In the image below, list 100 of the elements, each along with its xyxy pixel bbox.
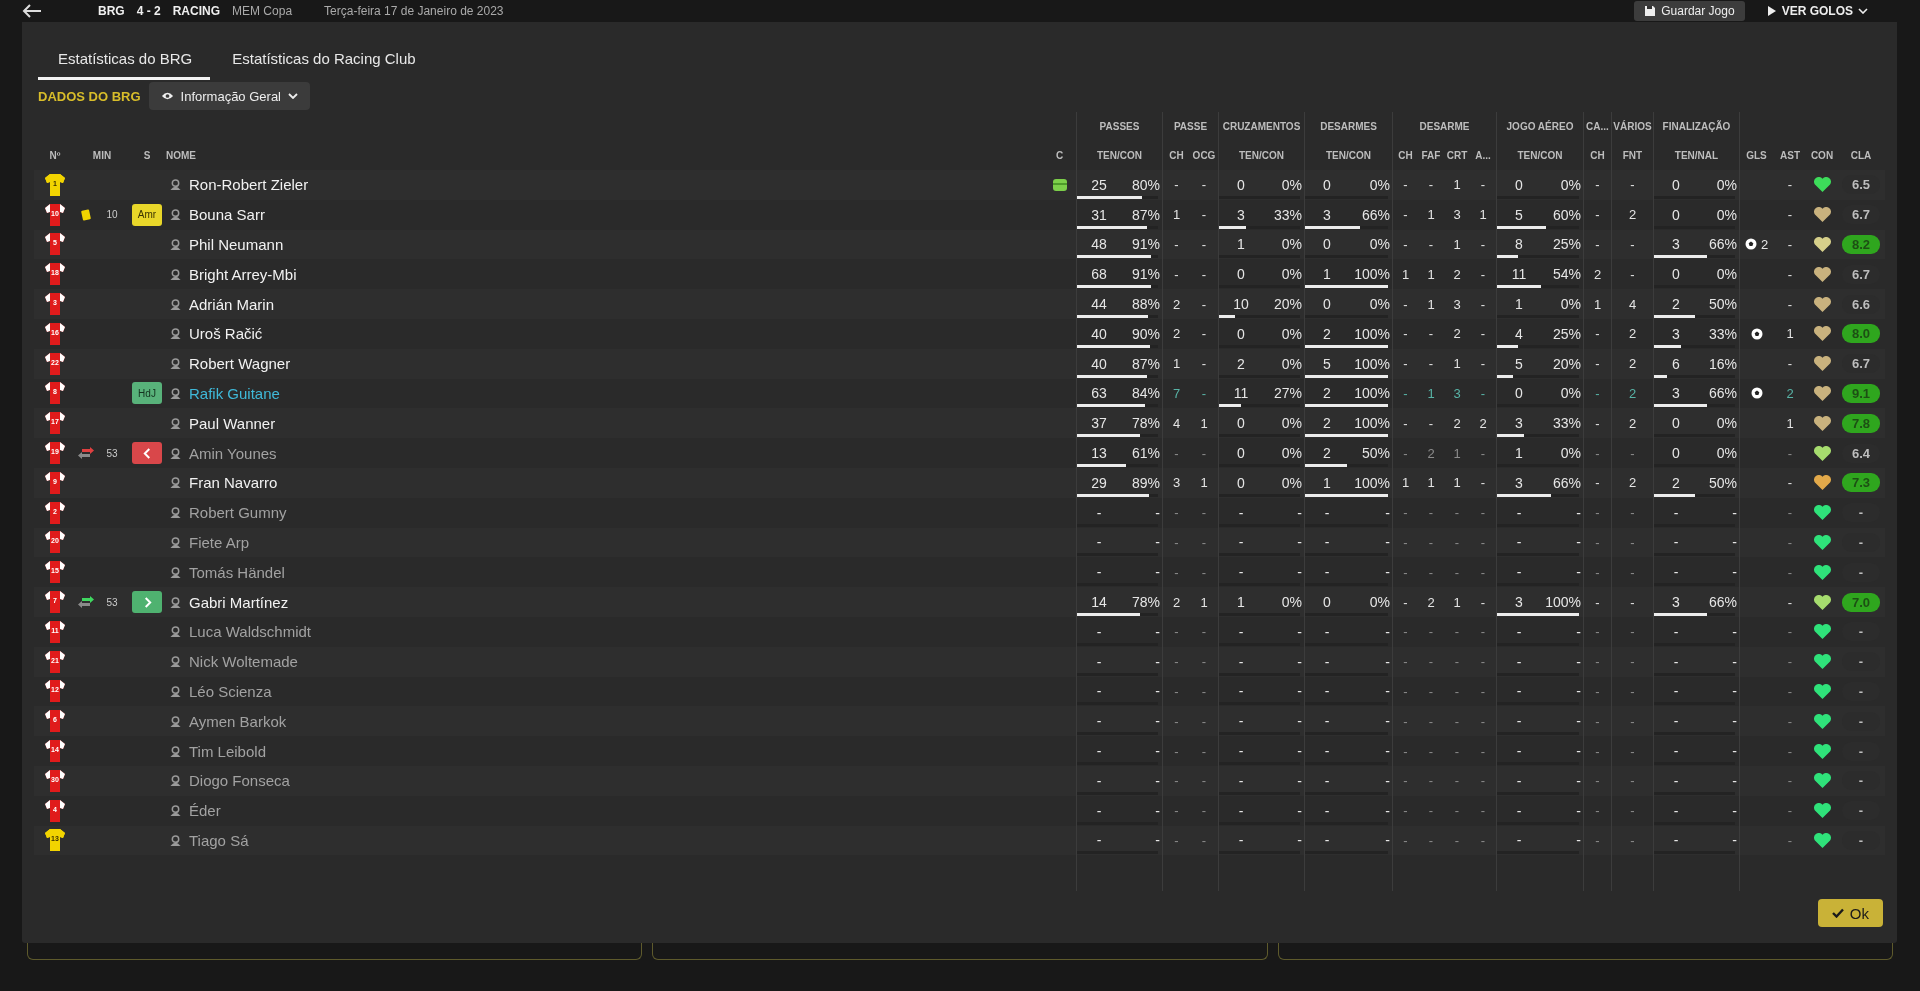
heart-icon <box>1812 742 1832 760</box>
save-button[interactable]: Guardar Jogo <box>1634 1 1745 21</box>
stat-value: 2 <box>1453 266 1461 282</box>
stat-value: 1 <box>1514 445 1524 462</box>
player-name[interactable]: Fran Navarro <box>189 474 278 492</box>
player-name[interactable]: Ron-Robert Zieler <box>189 176 309 194</box>
stat-value: - <box>1576 683 1581 700</box>
group-header: JOGO AÉREO <box>1506 120 1574 132</box>
stat-value: 100% <box>1354 474 1390 491</box>
group-header: PASSES <box>1099 120 1140 132</box>
stat-value: - <box>1480 356 1486 372</box>
stat-value: - <box>1595 237 1600 252</box>
player-name[interactable]: Fiete Arp <box>189 533 250 551</box>
stat-value: - <box>1515 653 1523 670</box>
stat-value: - <box>1403 445 1408 461</box>
player-name[interactable]: Phil Neumann <box>189 236 284 253</box>
stat-value: 7 <box>1172 385 1181 401</box>
player-name[interactable]: Éder <box>189 802 221 820</box>
stat-value: - <box>1403 177 1408 193</box>
ok-button[interactable]: Ok <box>1817 899 1883 928</box>
stat-value: - <box>1480 534 1486 550</box>
stat-value: - <box>1454 654 1460 670</box>
stat-value: - <box>1403 356 1408 372</box>
player-name[interactable]: Diogo Fonseca <box>189 772 290 790</box>
stat-value: - <box>1515 772 1523 789</box>
stat-value: 2 <box>1671 474 1681 491</box>
stat-value: 0% <box>1281 236 1302 253</box>
player-name[interactable]: Nick Woltemade <box>189 653 298 671</box>
stat-value: 1 <box>1453 177 1461 193</box>
stat-value: - <box>1174 266 1179 282</box>
stat-value: - <box>1480 713 1486 729</box>
player-name[interactable]: Aymen Barkok <box>189 712 287 730</box>
stat-value: 2 <box>1322 385 1332 402</box>
column-header: MIN <box>92 149 112 161</box>
player-name[interactable]: Rafik Guitane <box>189 384 280 402</box>
stat-value: - <box>1595 505 1600 521</box>
player-name[interactable]: Bouna Sarr <box>189 206 265 224</box>
player-name[interactable]: Paul Wanner <box>189 414 276 432</box>
stat-value: 1 <box>1427 266 1435 282</box>
tab[interactable]: Estatísticas do Racing Club <box>212 40 434 80</box>
person-icon <box>170 775 181 787</box>
stat-value: 54% <box>1552 266 1581 283</box>
stat-value: - <box>1403 803 1408 819</box>
heart-icon <box>1812 474 1832 492</box>
player-name[interactable]: Gabri Martínez <box>189 593 289 611</box>
stat-value: 2 <box>1628 385 1637 401</box>
stat-value: 100% <box>1354 355 1390 372</box>
person-icon <box>170 417 181 429</box>
stat-value: 2 <box>1236 355 1246 372</box>
back-arrow-icon[interactable] <box>22 4 42 18</box>
stat-value: 80% <box>1131 176 1160 193</box>
stat-value: - <box>1385 653 1390 670</box>
stat-value: - <box>1595 654 1600 670</box>
stat-value: - <box>1515 802 1523 819</box>
stat-value: 1 <box>1593 296 1602 312</box>
stat-value: - <box>1630 505 1635 521</box>
stat-value: - <box>1630 654 1635 670</box>
player-name[interactable]: Robert Gumny <box>189 504 287 522</box>
goals-button[interactable]: VER GOLOS <box>1756 1 1878 21</box>
stat-value: - <box>1630 266 1635 282</box>
player-name[interactable]: Luca Waldschmidt <box>189 623 311 641</box>
player-name[interactable]: Bright Arrey-Mbi <box>189 265 297 283</box>
stat-value: 0 <box>1671 176 1681 193</box>
stat-value: 1 <box>1453 594 1461 610</box>
stat-value: 1 <box>1200 415 1208 431</box>
player-name[interactable]: Tomás Händel <box>189 563 285 581</box>
stat-value: 31 <box>1090 206 1108 223</box>
column-header: CH <box>1398 149 1413 161</box>
player-name[interactable]: Amin Younes <box>189 444 277 462</box>
stat-value: 100% <box>1354 266 1390 283</box>
heart-icon <box>1812 444 1832 462</box>
tab[interactable]: Estatísticas do BRG <box>38 40 211 80</box>
player-name[interactable]: Tim Leibold <box>189 742 266 760</box>
stat-value: - <box>1201 773 1207 789</box>
stat-value: - <box>1155 623 1160 640</box>
heart-icon <box>1812 265 1832 283</box>
player-name[interactable]: Léo Scienza <box>189 682 272 700</box>
stat-value: 3 <box>1514 474 1524 491</box>
stat-value: - <box>1732 802 1737 819</box>
player-name[interactable]: Adrián Marin <box>189 295 275 313</box>
view-dropdown[interactable]: Informação Geral <box>148 82 310 110</box>
swap-arrows-icon <box>78 447 94 460</box>
stat-value: - <box>1155 504 1160 521</box>
player-name[interactable]: Tiago Sá <box>189 831 249 849</box>
rating: 7.3 <box>1842 473 1880 493</box>
stat-value: - <box>1155 743 1160 760</box>
assists: - <box>1787 296 1793 312</box>
stat-value: 3 <box>1514 594 1524 611</box>
stat-value: 8 <box>1514 236 1524 253</box>
player-name[interactable]: Robert Wagner <box>189 355 291 373</box>
stat-value: - <box>1480 385 1486 401</box>
stat-value: - <box>1515 743 1523 760</box>
stat-value: - <box>1403 594 1408 610</box>
stat-value: - <box>1323 564 1331 581</box>
stat-value: - <box>1630 743 1635 759</box>
stat-value: 1 <box>1453 445 1461 461</box>
stat-value: - <box>1576 653 1581 670</box>
player-name[interactable]: Uroš Račić <box>189 325 263 343</box>
stat-value: 0% <box>1281 325 1302 342</box>
eye-icon <box>160 91 174 101</box>
